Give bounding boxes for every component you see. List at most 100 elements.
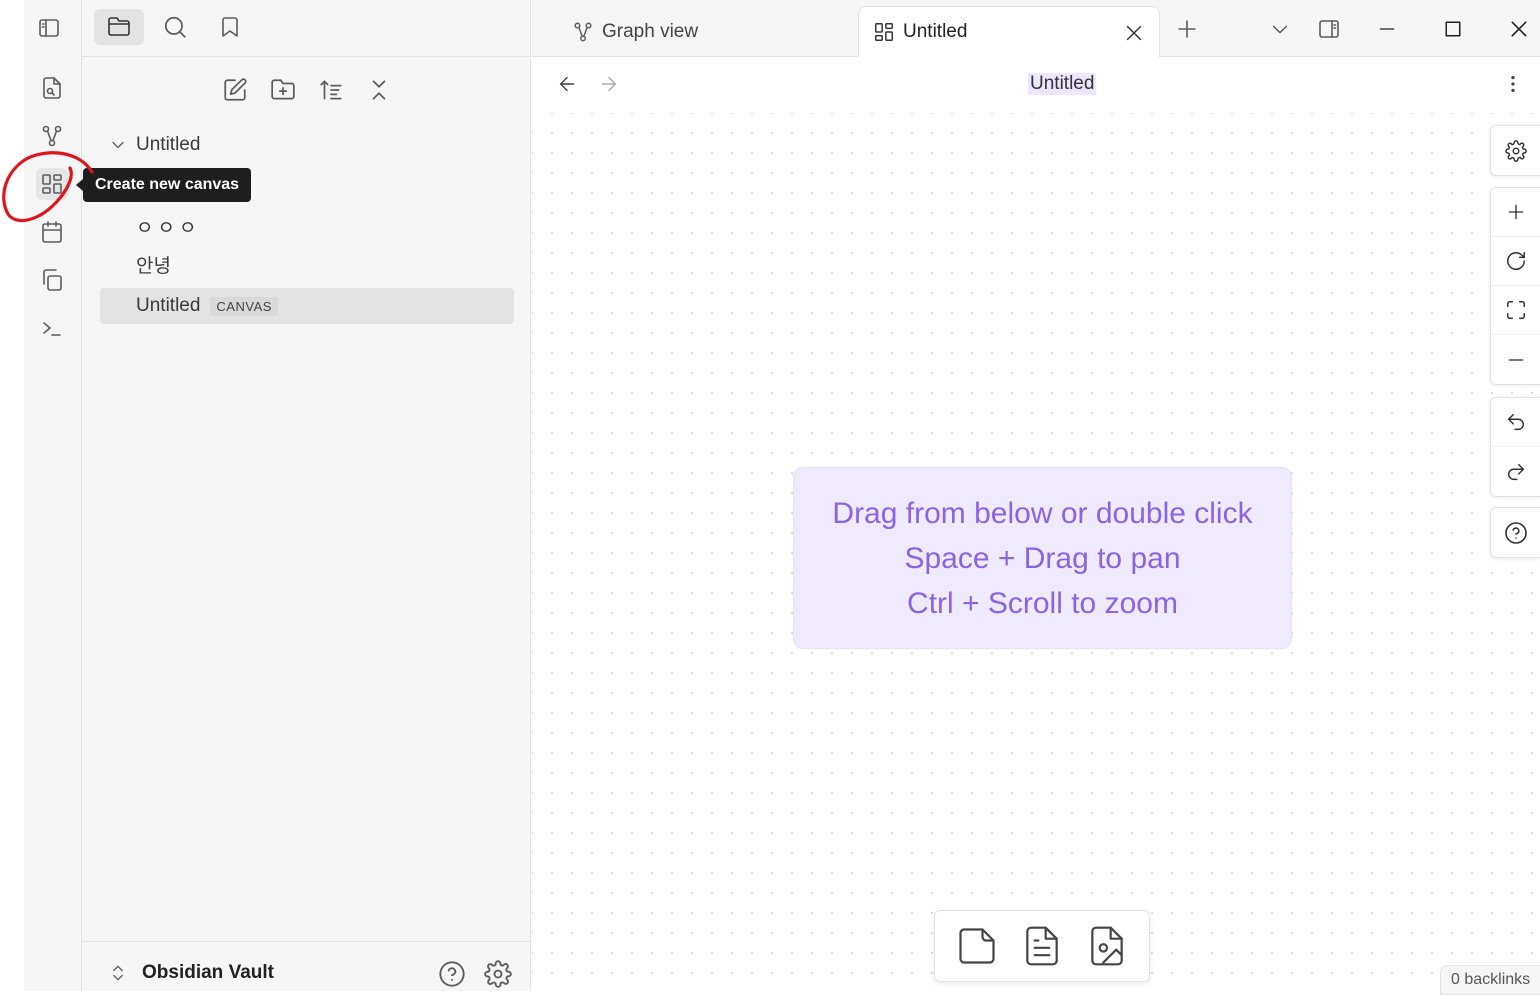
placeholder-line: Space + Drag to pan <box>904 541 1181 575</box>
maximize-icon <box>1445 21 1461 37</box>
tab-search[interactable] <box>150 9 200 45</box>
copy-icon <box>43 269 62 291</box>
file-item[interactable]: ㅇㅇㅇ <box>136 208 200 244</box>
add-card-button[interactable] <box>955 924 999 968</box>
arrow-left-icon <box>559 76 575 92</box>
file-name: ㅇㅇㅇ <box>136 217 201 239</box>
more-vertical-icon <box>1511 75 1515 93</box>
file-item[interactable]: 안녕 <box>136 246 171 282</box>
file-name: Untitled <box>136 295 201 316</box>
daily-notes-button[interactable] <box>36 216 68 248</box>
chevron-down-icon <box>112 141 124 149</box>
collapse-all-button[interactable] <box>361 72 397 108</box>
terminal-icon <box>43 322 61 336</box>
new-folder-button[interactable] <box>265 72 301 108</box>
tab-untitled[interactable]: Untitled <box>858 6 1160 57</box>
navigate-back-button[interactable] <box>556 73 578 95</box>
arrow-right-icon <box>601 76 617 92</box>
undo-icon <box>1507 413 1524 431</box>
toggle-right-sidebar-button[interactable] <box>1312 12 1346 46</box>
vault-bar: Obsidian Vault <box>82 941 531 991</box>
zoom-out-button[interactable] <box>1491 335 1540 384</box>
maximize-window-button[interactable] <box>1436 12 1470 46</box>
settings-button[interactable] <box>484 960 512 988</box>
collapse-all-icon <box>372 80 386 100</box>
help-group <box>1490 507 1540 558</box>
tab-graph-view[interactable]: Graph view <box>572 6 698 57</box>
sort-icon <box>320 80 342 100</box>
more-options-button[interactable] <box>1502 73 1524 95</box>
maximize-icon <box>1507 301 1525 319</box>
file-image-icon <box>1090 926 1123 966</box>
minimize-window-button[interactable] <box>1370 12 1404 46</box>
file-type-badge: CANVAS <box>210 296 278 316</box>
command-palette-button[interactable] <box>36 312 68 344</box>
help-circle-icon <box>439 961 465 987</box>
tooltip: Create new canvas <box>83 168 252 202</box>
file-search-icon <box>43 77 61 99</box>
create-canvas-button[interactable] <box>36 168 68 200</box>
toggle-left-sidebar-button[interactable] <box>32 12 66 44</box>
refresh-icon <box>1507 252 1525 270</box>
tab-bookmarks[interactable] <box>205 9 255 45</box>
folder-item[interactable]: Untitled <box>108 127 200 163</box>
redo-icon <box>1508 463 1525 480</box>
new-note-icon <box>224 78 247 101</box>
card-creation-tray <box>934 910 1150 982</box>
minimize-icon <box>1379 28 1395 30</box>
zoom-controls <box>1490 187 1540 385</box>
vault-switcher-button[interactable] <box>108 962 128 984</box>
close-icon <box>1511 21 1527 37</box>
zoom-to-fit-button[interactable] <box>1491 286 1540 335</box>
navigate-forward-button[interactable] <box>598 73 620 95</box>
help-circle-icon <box>1505 521 1527 544</box>
tab-files[interactable] <box>94 9 144 45</box>
file-item-active[interactable]: Untitled CANVAS <box>100 288 514 324</box>
new-folder-icon <box>271 79 295 100</box>
canvas-settings-button[interactable] <box>1491 126 1540 175</box>
sort-button[interactable] <box>313 72 349 108</box>
main-workspace: Graph view Untitled Untitled Drag from b… <box>532 0 1540 995</box>
add-note-from-vault-button[interactable] <box>1020 924 1064 968</box>
canvas-icon <box>875 23 893 41</box>
canvas[interactable]: Drag from below or double click Space + … <box>532 113 1540 995</box>
minus-icon <box>1508 358 1524 361</box>
new-tab-button[interactable] <box>1170 12 1204 46</box>
search-icon <box>164 16 186 38</box>
new-note-button[interactable] <box>217 72 253 108</box>
ribbon <box>24 0 82 991</box>
quick-switcher-button[interactable] <box>36 72 68 104</box>
chevrons-up-down-icon <box>113 965 123 981</box>
templates-button[interactable] <box>36 264 68 296</box>
reset-zoom-button[interactable] <box>1491 237 1540 286</box>
view-title[interactable]: Untitled <box>1028 73 1097 95</box>
gear-icon <box>484 960 512 988</box>
sticky-note-icon <box>959 928 995 964</box>
zoom-in-button[interactable] <box>1491 188 1540 237</box>
placeholder-line: Drag from below or double click <box>832 496 1253 530</box>
window-left-margin <box>0 0 24 991</box>
gear-icon <box>1505 139 1527 162</box>
help-button[interactable] <box>438 960 466 988</box>
tab-label: Untitled <box>903 21 968 42</box>
close-tab-button[interactable] <box>1123 22 1145 44</box>
undo-button[interactable] <box>1491 398 1540 447</box>
tab-bar: Graph view Untitled <box>532 0 1540 57</box>
canvas-icon <box>42 174 62 194</box>
redo-button[interactable] <box>1491 447 1540 496</box>
close-icon <box>1126 25 1142 41</box>
view-header: Untitled <box>532 57 1540 113</box>
graph-icon <box>42 125 62 147</box>
chevron-down-icon <box>1272 25 1288 34</box>
close-window-button[interactable] <box>1502 12 1536 46</box>
tab-label: Graph view <box>602 20 699 42</box>
add-media-button[interactable] <box>1085 924 1129 968</box>
canvas-settings-group <box>1490 125 1540 176</box>
vault-name[interactable]: Obsidian Vault <box>142 962 274 984</box>
placeholder-line: Ctrl + Scroll to zoom <box>907 586 1178 620</box>
canvas-help-button[interactable] <box>1491 508 1540 557</box>
plus-icon <box>1178 20 1196 38</box>
graph-view-button[interactable] <box>36 120 68 152</box>
tab-list-button[interactable] <box>1263 12 1297 46</box>
sidebar-right-icon <box>1319 20 1339 38</box>
